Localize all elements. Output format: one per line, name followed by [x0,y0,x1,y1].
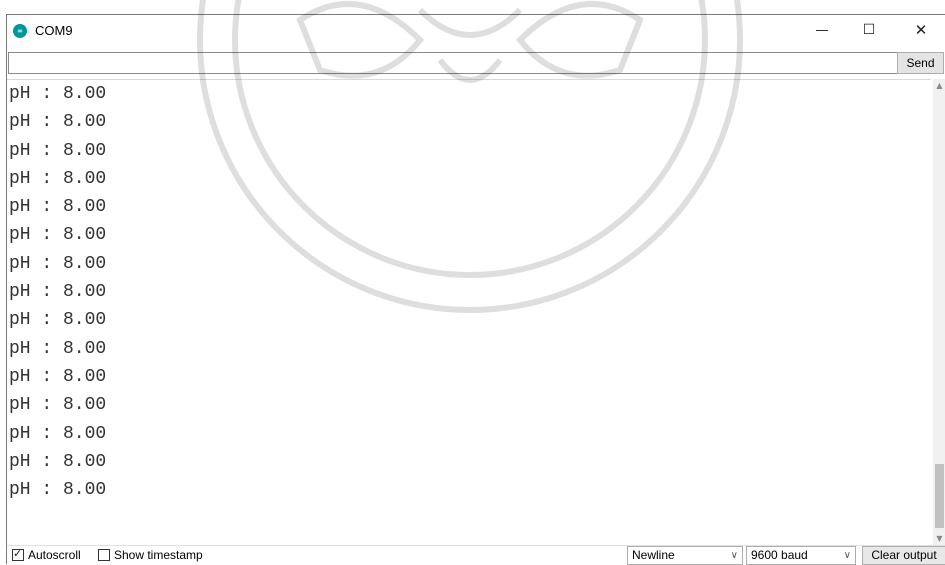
output-line: pH : 8.00 [9,310,107,331]
serial-input[interactable] [8,52,900,74]
show-timestamp-label[interactable]: Show timestamp [114,549,203,562]
autoscroll-label[interactable]: Autoscroll [28,549,81,562]
maximize-icon[interactable]: ☐ [846,15,892,46]
output-line: pH : 8.00 [9,282,107,303]
vertical-scrollbar[interactable]: ▲ ▼ [933,79,945,545]
output-line: pH : 8.00 [9,395,107,416]
output-line: pH : 8.00 [9,197,107,218]
output-line: pH : 8.00 [9,480,107,501]
show-timestamp-checkbox[interactable] [98,549,110,561]
scrollbar-thumb[interactable] [935,464,944,528]
checkmark-icon: ✓ [13,547,23,560]
scroll-down-icon[interactable]: ▼ [933,532,945,545]
line-ending-select[interactable]: Newline ∨ [627,546,743,565]
send-button[interactable]: Send [897,52,944,74]
output-line: pH : 8.00 [9,451,107,472]
output-line: pH : 8.00 [9,84,107,104]
minimize-icon[interactable]: — [799,15,845,46]
output-line: pH : 8.00 [9,423,107,444]
baud-rate-select[interactable]: 9600 baud ∨ [746,546,856,565]
scroll-up-icon[interactable]: ▲ [933,79,945,92]
output-line: pH : 8.00 [9,253,107,274]
baud-rate-value: 9600 baud [751,548,808,562]
output-line: pH : 8.00 [9,168,107,189]
serial-output[interactable]: pH : 8.00 pH : 8.00 pH : 8.00 pH : 8.00 pH :… [7,79,931,538]
output-line: pH : 8.00 [9,112,107,133]
output-line: pH : 8.00 [9,140,107,161]
serial-monitor-window: ∞ COM9 — ☐ ✕ Send pH : 8.00 pH : 8.00 pH :… [6,14,945,565]
close-icon[interactable]: ✕ [898,15,944,46]
output-line: pH : 8.00 [9,225,107,246]
window-title: COM9 [35,23,73,38]
title-bar: ∞ COM9 — ☐ ✕ [7,15,945,46]
arduino-logo-icon: ∞ [13,24,27,38]
autoscroll-checkbox[interactable]: ✓ [12,547,24,561]
output-line: pH : 8.00 [9,366,107,387]
output-line: pH : 8.00 [9,338,107,359]
send-row: Send [7,52,945,76]
line-ending-value: Newline [632,548,675,562]
clear-output-button[interactable]: Clear output [862,546,945,565]
chevron-down-icon: ∨ [730,550,738,561]
background-strip [0,0,945,14]
chevron-down-icon: ∨ [843,550,851,561]
bottom-toolbar: ✓ Autoscroll Show timestamp Newline ∨ 96… [7,545,945,565]
